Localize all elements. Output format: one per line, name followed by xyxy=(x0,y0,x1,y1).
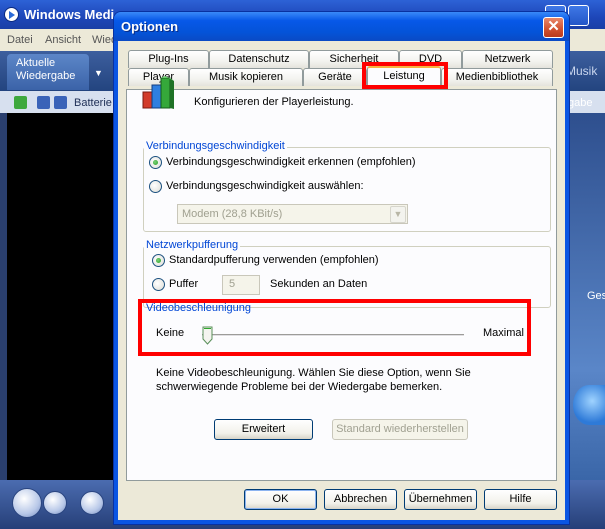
speed-select-value: Modem (28,8 KBit/s) xyxy=(182,208,283,220)
intro-text: Konfigurieren der Playerleistung. xyxy=(194,96,354,108)
tab-devices[interactable]: Geräte xyxy=(303,68,367,86)
tab-privacy[interactable]: Datenschutz xyxy=(209,50,309,68)
tab-network[interactable]: Netzwerk xyxy=(462,50,553,68)
advanced-button[interactable]: Erweitert xyxy=(214,419,313,440)
buffer-seconds-input[interactable]: 5 xyxy=(222,275,260,295)
tab-rip-music[interactable]: Musik kopieren xyxy=(189,68,303,86)
select-speed-label[interactable]: Verbindungsgeschwindigkeit auswählen: xyxy=(166,180,364,192)
options-dialog: Optionen ✕ Plug-Ins Datenschutz Sicherhe… xyxy=(114,12,569,524)
previous-button[interactable] xyxy=(80,491,104,515)
cancel-button[interactable]: Abbrechen xyxy=(324,489,397,510)
dialog-body: Plug-Ins Datenschutz Sicherheit DVD Netz… xyxy=(118,41,565,520)
acceleration-description-1: Keine Videobeschleunigung. Wählen Sie di… xyxy=(156,367,471,379)
play-button[interactable] xyxy=(12,488,42,518)
back-arrow-icon[interactable] xyxy=(37,96,50,109)
globe-icon xyxy=(573,385,605,425)
acceleration-description-2: schwerwiegende Probleme bei der Wiederga… xyxy=(156,381,443,393)
network-buffering-label: Netzwerkpufferung xyxy=(144,239,241,251)
wmp-tab-label-2: Wiedergabe xyxy=(16,70,76,82)
ok-button[interactable]: OK xyxy=(244,489,317,510)
chevron-down-icon[interactable]: ▼ xyxy=(94,68,103,78)
slider-max-label: Maximal xyxy=(483,327,524,339)
chevron-down-icon[interactable]: ▼ xyxy=(390,206,406,223)
wmp-maximize-button[interactable] xyxy=(568,5,589,26)
radio-detect-speed[interactable] xyxy=(149,156,162,169)
apply-button[interactable]: Übernehmen xyxy=(404,489,477,510)
video-acceleration-slider-thumb[interactable] xyxy=(202,326,213,345)
tab-library[interactable]: Medienbibliothek xyxy=(441,68,553,86)
custom-buffer-label[interactable]: Puffer xyxy=(169,278,198,290)
speed-select[interactable]: Modem (28,8 KBit/s) ▼ xyxy=(177,204,408,224)
detect-speed-label[interactable]: Verbindungsgeschwindigkeit erkennen (emp… xyxy=(166,156,416,168)
wmp-tab-label-1: Aktuelle xyxy=(16,57,56,69)
performance-icon xyxy=(142,76,174,109)
wmp-video-area xyxy=(7,113,118,480)
default-buffering-label[interactable]: Standardpufferung verwenden (empfohlen) xyxy=(169,254,379,266)
restore-defaults-button: Standard wiederherstellen xyxy=(332,419,468,440)
close-button[interactable]: ✕ xyxy=(543,17,564,38)
dialog-title: Optionen xyxy=(121,19,179,34)
playlist-icon[interactable] xyxy=(14,96,27,109)
tab-performance[interactable]: Leistung xyxy=(367,66,441,86)
wmp-app-icon xyxy=(4,7,19,22)
forward-arrow-icon[interactable] xyxy=(54,96,67,109)
close-icon: ✕ xyxy=(547,18,560,35)
dialog-title-bar[interactable]: Optionen ✕ xyxy=(114,12,569,41)
help-button[interactable]: Hilfe xyxy=(484,489,557,510)
buffer-seconds-suffix: Sekunden an Daten xyxy=(270,278,368,290)
tab-plugins[interactable]: Plug-Ins xyxy=(128,50,209,68)
radio-select-speed[interactable] xyxy=(149,180,162,193)
wmp-visualization-label: Batterie xyxy=(74,97,112,109)
radio-custom-buffer[interactable] xyxy=(152,278,165,291)
slider-min-label: Keine xyxy=(156,327,185,339)
radio-default-buffering[interactable] xyxy=(152,254,165,267)
wmp-menu-ansicht[interactable]: Ansicht xyxy=(45,34,81,46)
stop-button[interactable] xyxy=(43,491,67,515)
video-acceleration-label: Videobeschleunigung xyxy=(146,302,251,314)
wmp-tab-now-playing[interactable]: Aktuelle Wiedergabe xyxy=(7,54,89,90)
wmp-window-title: Windows Medi xyxy=(24,7,115,22)
wmp-toolbar-right-label[interactable]: gabe xyxy=(568,97,592,109)
wmp-tab-music[interactable]: Musik xyxy=(566,64,597,78)
wmp-side-label: Ges xyxy=(587,290,605,302)
video-acceleration-track[interactable] xyxy=(202,334,464,337)
wmp-menu-datei[interactable]: Datei xyxy=(7,34,33,46)
connection-speed-label: Verbindungsgeschwindigkeit xyxy=(144,140,287,152)
